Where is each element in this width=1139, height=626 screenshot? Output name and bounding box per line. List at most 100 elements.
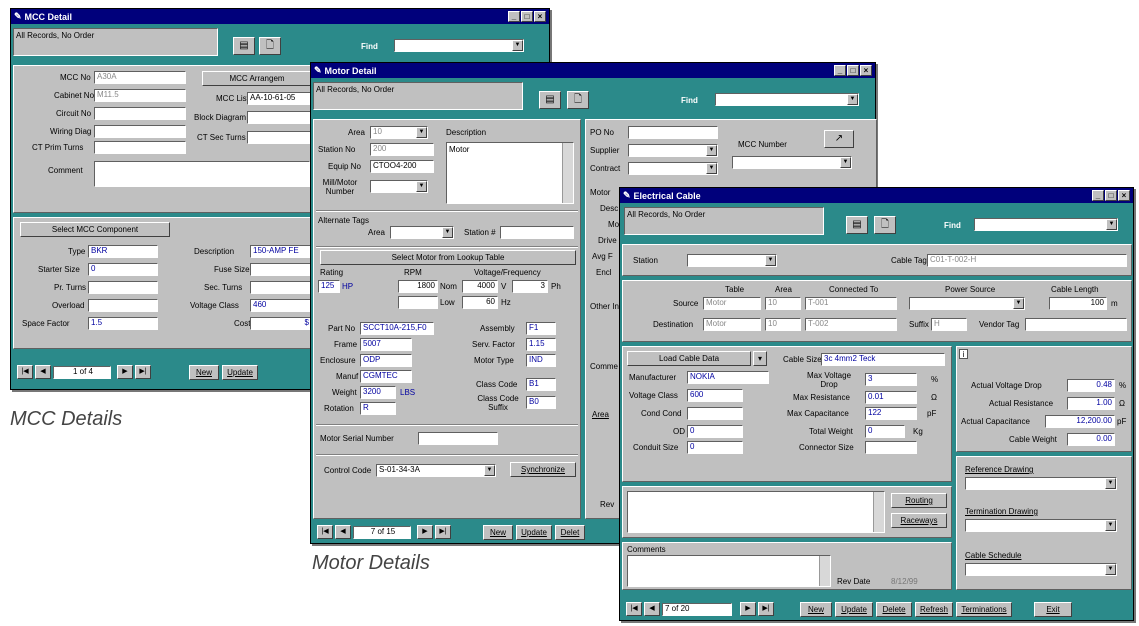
last-record-icon[interactable]: ▶| <box>135 365 151 379</box>
pr-turns-field[interactable] <box>88 281 158 294</box>
maximize-button[interactable]: □ <box>1105 190 1117 201</box>
scrollbar[interactable] <box>562 143 573 203</box>
prev-record-icon[interactable]: ◀ <box>35 365 51 379</box>
actual-capacitance-field[interactable]: 12,200.00 <box>1045 415 1115 428</box>
cable-tag-field[interactable]: C01-T-002-H <box>927 254 1127 267</box>
description-textarea[interactable]: Motor <box>446 142 574 204</box>
conduit-size-field[interactable]: 0 <box>687 441 743 454</box>
prev-record-icon[interactable]: ◀ <box>644 602 660 616</box>
scrollbar[interactable] <box>819 556 830 586</box>
cabinet-no-field[interactable]: M11.5 <box>94 89 186 102</box>
mcc-record-counter[interactable]: 1 of 4 <box>53 365 111 379</box>
class-code-suffix-field[interactable]: B0 <box>526 396 556 409</box>
voltage-field[interactable]: 4000 <box>462 280 498 293</box>
last-record-icon[interactable]: ▶| <box>758 602 774 616</box>
manuf-field[interactable]: CGMTEC <box>360 370 412 383</box>
od-field[interactable]: 0 <box>687 425 743 438</box>
class-code-field[interactable]: B1 <box>526 378 556 391</box>
raceways-button[interactable]: Raceways <box>891 513 947 528</box>
mcc-update-button[interactable]: Update <box>222 364 258 380</box>
cable-record-counter[interactable]: 7 of 20 <box>662 602 732 616</box>
control-code-select[interactable]: S-01-34-3A ▼ <box>376 464 496 477</box>
manufacturer-field[interactable]: NOKIA <box>687 371 769 384</box>
connector-size-field[interactable] <box>865 441 917 454</box>
cable-delete-button[interactable]: Delete <box>876 601 912 617</box>
cond-field[interactable] <box>687 407 743 420</box>
area-field[interactable]: 10 ▼ <box>370 126 428 139</box>
cable-find-select[interactable]: ▼ <box>974 218 1118 231</box>
enclosure-field[interactable]: ODP <box>360 354 412 367</box>
motor-form-icon-button[interactable]: ▤ <box>539 91 561 109</box>
starter-size-field[interactable]: 0 <box>88 263 158 276</box>
minimize-button[interactable]: _ <box>834 65 846 76</box>
mcc-find-select[interactable]: ▼ <box>394 39 524 52</box>
motor-delete-button[interactable]: Delet <box>555 524 585 540</box>
alt-area-field[interactable]: ▼ <box>390 226 454 239</box>
contract-select[interactable]: ▼ <box>628 162 718 175</box>
rotation-field[interactable]: R <box>360 402 396 415</box>
max-capacitance-field[interactable]: 122 <box>865 407 917 420</box>
weight-field[interactable]: 3200 <box>360 386 396 399</box>
cable-new-button[interactable]: New <box>800 601 832 617</box>
power-source-select[interactable]: ▼ <box>909 297 1025 310</box>
source-connected-field[interactable]: T-001 <box>805 297 897 310</box>
cable-weight-field[interactable]: 0.00 <box>1067 433 1115 446</box>
mcc-preview-icon-button[interactable]: 🗋 <box>259 37 281 55</box>
prev-record-icon[interactable]: ◀ <box>335 525 351 539</box>
select-motor-lookup-button[interactable]: Select Motor from Lookup Table <box>320 250 576 265</box>
mcc-no-field[interactable]: A30A <box>94 71 186 84</box>
next-record-icon[interactable]: ▶ <box>740 602 756 616</box>
block-diagram-field[interactable] <box>247 111 312 124</box>
space-factor-field[interactable]: 1.5 <box>88 317 158 330</box>
motor-serial-field[interactable] <box>418 432 498 445</box>
phase-field[interactable]: 3 <box>512 280 548 293</box>
mcc-arrangement-button[interactable]: MCC Arrangem <box>202 71 312 86</box>
first-record-icon[interactable]: |◀ <box>626 602 642 616</box>
cable-update-button[interactable]: Update <box>835 601 873 617</box>
first-record-icon[interactable]: |◀ <box>317 525 333 539</box>
dest-table-field[interactable]: Motor <box>703 318 761 331</box>
first-record-icon[interactable]: |◀ <box>17 365 33 379</box>
close-button[interactable]: × <box>534 11 546 22</box>
cable-refresh-button[interactable]: Refresh <box>915 601 953 617</box>
fuse-size-field[interactable] <box>250 263 312 276</box>
maximize-button[interactable]: □ <box>521 11 533 22</box>
frame-field[interactable]: 5007 <box>360 338 412 351</box>
cost-field[interactable]: $ <box>250 317 312 330</box>
actual-resistance-field[interactable]: 1.00 <box>1067 397 1115 410</box>
motor-find-select[interactable]: ▼ <box>715 93 859 106</box>
comments-textarea[interactable] <box>627 555 831 587</box>
close-button[interactable]: × <box>1118 190 1130 201</box>
maximize-button[interactable]: □ <box>847 65 859 76</box>
source-table-field[interactable]: Motor <box>703 297 761 310</box>
voltage-class-field[interactable]: 600 <box>687 389 743 402</box>
minimize-button[interactable]: _ <box>508 11 520 22</box>
cable-schedule-select[interactable]: ▼ <box>965 563 1117 576</box>
actual-voltage-drop-field[interactable]: 0.48 <box>1067 379 1115 392</box>
vendor-tag-field[interactable] <box>1025 318 1127 331</box>
total-weight-field[interactable]: 0 <box>865 425 905 438</box>
mill-motor-field[interactable]: ▼ <box>370 180 428 193</box>
cable-form-icon-button[interactable]: ▤ <box>846 216 868 234</box>
reference-drawing-select[interactable]: ▼ <box>965 477 1117 490</box>
motor-preview-icon-button[interactable]: 🗋 <box>567 91 589 109</box>
rpm-nom-field[interactable]: 1800 <box>398 280 438 293</box>
rating-field[interactable]: 125 <box>318 280 340 293</box>
part-no-field[interactable]: SCCT10A-215,F0 <box>360 322 434 335</box>
routing-button[interactable]: Routing <box>891 493 947 508</box>
ct-sec-field[interactable] <box>247 131 312 144</box>
dest-connected-field[interactable]: T-002 <box>805 318 897 331</box>
sec-turns-field[interactable] <box>250 281 312 294</box>
equip-no-field[interactable]: CTOO4-200 <box>370 160 434 173</box>
station-no-field[interactable]: 200 <box>370 143 434 156</box>
close-button[interactable]: × <box>860 65 872 76</box>
load-cable-dropdown[interactable]: ▾ <box>753 351 767 366</box>
station-select[interactable]: ▼ <box>687 254 777 267</box>
overload-field[interactable] <box>88 299 158 312</box>
supplier-select[interactable]: ▼ <box>628 144 718 157</box>
load-cable-data-button[interactable]: Load Cable Data <box>627 351 751 366</box>
cable-exit-button[interactable]: Exit <box>1034 601 1072 617</box>
serv-factor-field[interactable]: 1.15 <box>526 338 556 351</box>
motor-record-counter[interactable]: 7 of 15 <box>353 525 411 539</box>
circuit-no-field[interactable] <box>94 107 186 120</box>
